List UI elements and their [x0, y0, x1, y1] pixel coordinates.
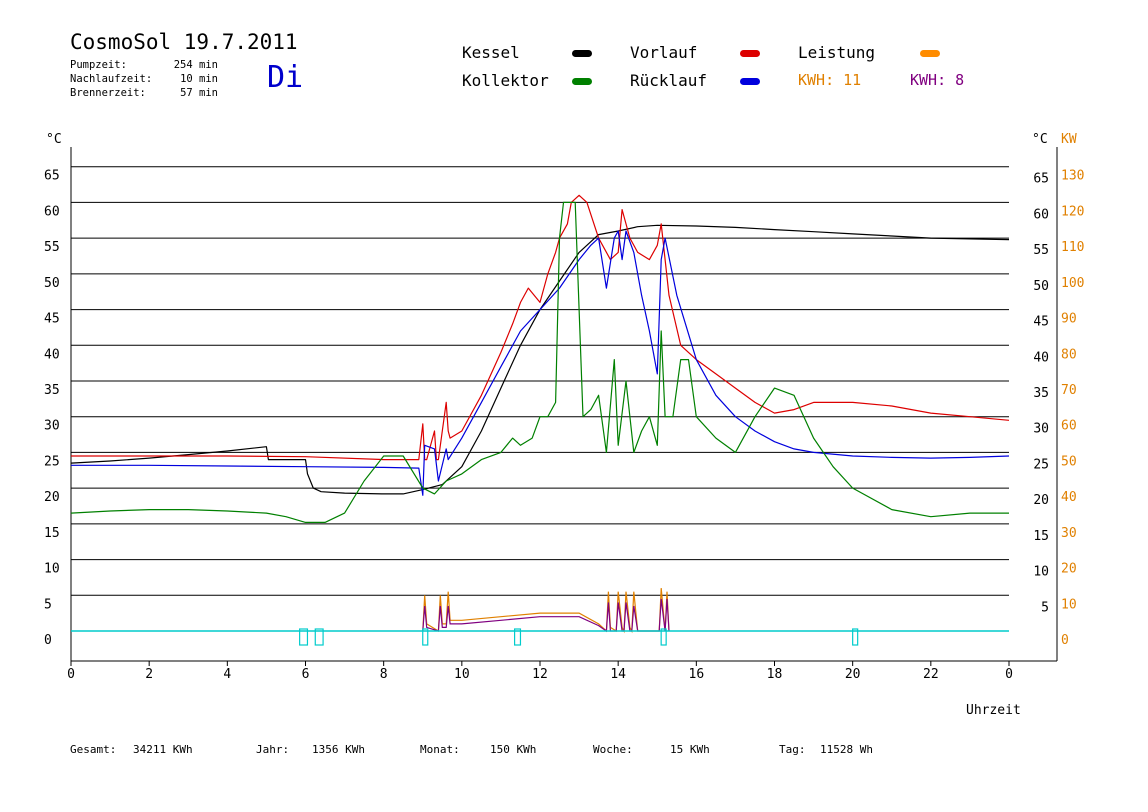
x-tick-label-18: 18 — [767, 667, 783, 682]
right-power-label-0: 0 — [1061, 633, 1069, 648]
x-axis-label: Uhrzeit — [966, 703, 1021, 718]
right-temp-label-5: 5 — [1041, 600, 1049, 615]
footer-woche-value: 15 KWh — [670, 743, 710, 756]
series-kessel — [70, 224, 1010, 495]
chart-axes — [70, 147, 1058, 666]
x-tick-label-14: 14 — [610, 667, 626, 682]
right-power-label-100: 100 — [1061, 276, 1084, 291]
pump-markers — [71, 628, 1009, 646]
footer-jahr-label: Jahr: — [256, 743, 290, 756]
left-tick-label-10: 10 — [44, 562, 60, 577]
left-tick-label-5: 5 — [44, 597, 52, 612]
footer-jahr-value: 1356 KWh — [312, 743, 365, 756]
right-power-label-70: 70 — [1061, 383, 1077, 398]
right-power-label-110: 110 — [1061, 240, 1084, 255]
x-tick-label-8: 8 — [380, 667, 388, 682]
right-temp-label-20: 20 — [1033, 493, 1049, 508]
x-tick-label-6: 6 — [302, 667, 310, 682]
right-temp-label-25: 25 — [1033, 457, 1049, 472]
x-tick-label-4: 4 — [223, 667, 231, 682]
right-temp-label-60: 60 — [1033, 207, 1049, 222]
x-tick-label-22: 22 — [923, 667, 939, 682]
right-power-label-60: 60 — [1061, 419, 1077, 434]
right-power-label-120: 120 — [1061, 204, 1084, 219]
x-tick-label-16: 16 — [689, 667, 705, 682]
x-tick-label-20: 20 — [845, 667, 861, 682]
footer-monat-label: Monat: — [420, 743, 460, 756]
x-tick-label-2: 2 — [145, 667, 153, 682]
right-power-label-90: 90 — [1061, 312, 1077, 327]
footer-gesamt-value: 34211 KWh — [133, 743, 193, 756]
right-temp-label-10: 10 — [1033, 565, 1049, 580]
right-power-label-10: 10 — [1061, 597, 1077, 612]
x-tick-label-10: 10 — [454, 667, 470, 682]
x-tick-label-24: 0 — [1005, 667, 1013, 682]
right-temp-label-65: 65 — [1033, 172, 1049, 187]
left-axis-unit: °C — [46, 132, 62, 147]
temperature-chart: 0510152025303540455055606551015202530354… — [44, 132, 1084, 718]
left-tick-label-60: 60 — [44, 204, 60, 219]
x-tick-label-0: 0 — [67, 667, 75, 682]
left-tick-label-55: 55 — [44, 240, 60, 255]
footer-tag-value: 11528 Wh — [820, 743, 873, 756]
right-power-label-130: 130 — [1061, 169, 1084, 184]
left-tick-label-40: 40 — [44, 347, 60, 362]
right-temp-label-45: 45 — [1033, 315, 1049, 330]
chart-series — [70, 194, 1010, 634]
series-kollektor — [70, 201, 1009, 524]
left-tick-label-65: 65 — [44, 169, 60, 184]
right-power-label-20: 20 — [1061, 562, 1077, 577]
right-power-label-80: 80 — [1061, 347, 1077, 362]
chart-grid — [71, 166, 1009, 596]
right-power-label-50: 50 — [1061, 454, 1077, 469]
right-temp-label-50: 50 — [1033, 279, 1049, 294]
left-tick-label-50: 50 — [44, 276, 60, 291]
left-tick-label-20: 20 — [44, 490, 60, 505]
footer-gesamt-label: Gesamt: — [70, 743, 117, 756]
right-temp-label-35: 35 — [1033, 386, 1049, 401]
right-axis-unit-power: KW — [1061, 132, 1077, 147]
left-tick-label-35: 35 — [44, 383, 60, 398]
right-temp-label-30: 30 — [1033, 422, 1049, 437]
left-tick-label-30: 30 — [44, 419, 60, 434]
right-temp-label-40: 40 — [1033, 350, 1049, 365]
footer-woche-label: Woche: — [593, 743, 633, 756]
right-temp-label-55: 55 — [1033, 243, 1049, 258]
right-power-label-40: 40 — [1061, 490, 1077, 505]
footer-monat-value: 150 KWh — [490, 743, 537, 756]
left-tick-label-45: 45 — [44, 312, 60, 327]
x-tick-label-12: 12 — [532, 667, 548, 682]
right-temp-label-15: 15 — [1033, 529, 1049, 544]
right-axis-unit-temp: °C — [1032, 132, 1048, 147]
right-power-label-30: 30 — [1061, 526, 1077, 541]
footer-tag-label: Tag: — [779, 743, 806, 756]
left-tick-label-15: 15 — [44, 526, 60, 541]
left-tick-label-25: 25 — [44, 454, 60, 469]
left-tick-label-0: 0 — [44, 633, 52, 648]
chart-tick-labels: 0510152025303540455055606551015202530354… — [44, 169, 1084, 682]
